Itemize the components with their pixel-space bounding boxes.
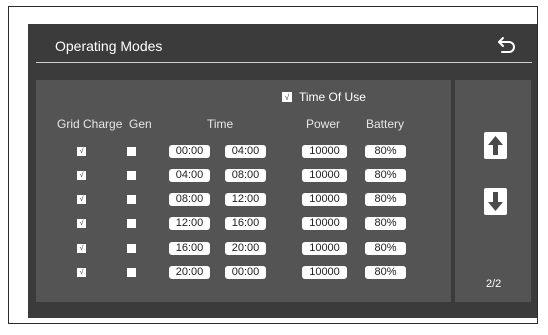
start-time-field[interactable]: 20:00	[169, 266, 210, 279]
start-time-field[interactable]: 16:00	[169, 242, 210, 255]
back-button[interactable]	[494, 32, 520, 58]
battery-field[interactable]: 80%	[365, 169, 406, 182]
schedule-panel: √ Time Of Use Grid Charge Gen Time Power…	[36, 80, 451, 302]
start-time-field[interactable]: 12:00	[169, 217, 210, 230]
gen-checkbox[interactable]	[127, 219, 136, 228]
power-field[interactable]: 10000	[302, 242, 347, 255]
gen-header: Gen	[129, 117, 152, 131]
header-divider	[36, 62, 532, 63]
screen: Operating Modes √ Time Of Use Grid Charg…	[28, 24, 537, 318]
schedule-row-4: √ 12:00 16:00 10000 80%	[36, 217, 451, 231]
battery-field[interactable]: 80%	[365, 193, 406, 206]
arrow-up-icon	[488, 136, 503, 155]
battery-field[interactable]: 80%	[365, 266, 406, 279]
gen-checkbox[interactable]	[127, 171, 136, 180]
schedule-row-3: √ 08:00 12:00 10000 80%	[36, 193, 451, 207]
grid-charge-checkbox[interactable]: √	[77, 219, 86, 228]
arrow-down-icon	[488, 192, 503, 211]
power-field[interactable]: 10000	[302, 169, 347, 182]
battery-field[interactable]: 80%	[365, 145, 406, 158]
battery-field[interactable]: 80%	[365, 242, 406, 255]
gen-checkbox[interactable]	[127, 195, 136, 204]
time-header: Time	[207, 117, 234, 131]
gen-checkbox[interactable]	[127, 147, 136, 156]
schedule-row-2: √ 04:00 08:00 10000 80%	[36, 169, 451, 183]
power-field[interactable]: 10000	[302, 145, 347, 158]
schedule-row-1: √ 00:00 04:00 10000 80%	[36, 145, 451, 159]
navigation-panel: 2/2	[455, 80, 531, 302]
page-title: Operating Modes	[55, 38, 163, 54]
start-time-field[interactable]: 08:00	[169, 193, 210, 206]
grid-charge-checkbox[interactable]: √	[77, 171, 86, 180]
page-up-button[interactable]	[484, 132, 507, 159]
gen-checkbox[interactable]	[127, 244, 136, 253]
time-of-use-toggle[interactable]: √ Time Of Use	[282, 90, 366, 104]
page-down-button[interactable]	[484, 188, 507, 215]
device-frame: Operating Modes √ Time Of Use Grid Charg…	[8, 6, 538, 324]
grid-charge-checkbox[interactable]: √	[77, 195, 86, 204]
schedule-row-6: √ 20:00 00:00 10000 80%	[36, 266, 451, 280]
time-of-use-checkbox[interactable]: √	[282, 92, 292, 102]
schedule-row-5: √ 16:00 20:00 10000 80%	[36, 242, 451, 256]
time-of-use-label: Time Of Use	[299, 90, 366, 104]
end-time-field[interactable]: 00:00	[225, 266, 266, 279]
end-time-field[interactable]: 20:00	[225, 242, 266, 255]
power-header: Power	[306, 117, 341, 131]
end-time-field[interactable]: 16:00	[225, 217, 266, 230]
end-time-field[interactable]: 04:00	[225, 145, 266, 158]
end-time-field[interactable]: 12:00	[225, 193, 266, 206]
page-indicator: 2/2	[486, 278, 502, 290]
grid-charge-checkbox[interactable]: √	[77, 244, 86, 253]
gen-checkbox[interactable]	[127, 268, 136, 277]
power-field[interactable]: 10000	[302, 266, 347, 279]
power-field[interactable]: 10000	[302, 193, 347, 206]
battery-field[interactable]: 80%	[365, 217, 406, 230]
start-time-field[interactable]: 04:00	[169, 169, 210, 182]
back-arrow-icon	[498, 37, 515, 53]
power-field[interactable]: 10000	[302, 217, 347, 230]
battery-header: Battery	[366, 117, 405, 131]
end-time-field[interactable]: 08:00	[225, 169, 266, 182]
grid-charge-checkbox[interactable]: √	[77, 268, 86, 277]
grid-charge-checkbox[interactable]: √	[77, 147, 86, 156]
start-time-field[interactable]: 00:00	[169, 145, 210, 158]
grid-charge-header: Grid Charge	[57, 117, 123, 131]
